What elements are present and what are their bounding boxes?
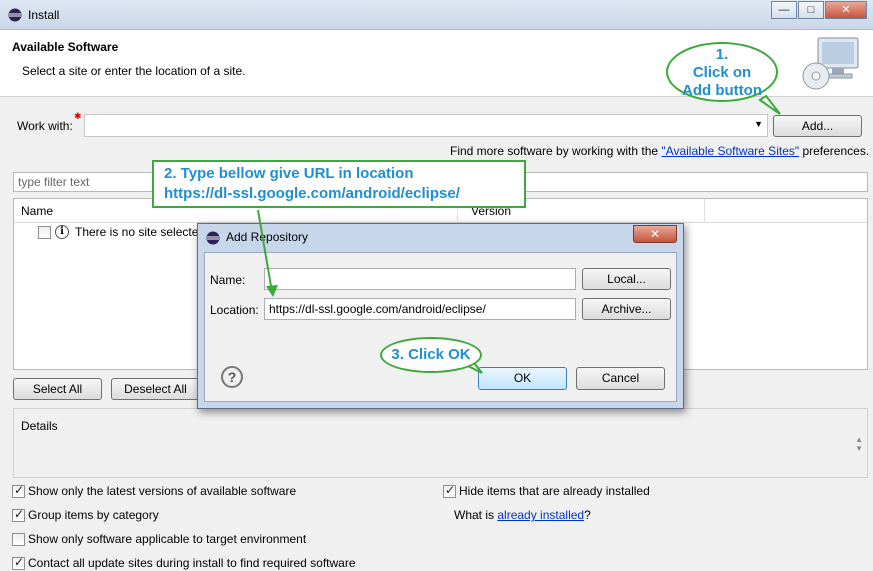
column-divider <box>704 199 705 223</box>
dialog-body: Name: Local... Location: https://dl-ssl.… <box>204 252 677 402</box>
row-checkbox[interactable] <box>38 225 51 239</box>
local-button[interactable]: Local... <box>582 268 671 290</box>
cancel-button[interactable]: Cancel <box>576 367 665 390</box>
latest-versions-label: Show only the latest versions of availab… <box>28 484 297 498</box>
location-input[interactable]: https://dl-ssl.google.com/android/eclips… <box>264 298 576 320</box>
title-bar: Install — □ ✕ <box>0 0 873 30</box>
page-title: Available Software <box>12 40 119 54</box>
option-applicable-only[interactable]: Show only software applicable to target … <box>12 532 306 546</box>
option-latest-versions[interactable]: Show only the latest versions of availab… <box>12 483 297 498</box>
work-with-combo[interactable]: ▼ <box>84 114 768 137</box>
ok-button[interactable]: OK <box>478 367 567 390</box>
name-label: Name: <box>210 273 246 287</box>
step2-line2: https://dl-ssl.google.com/android/eclips… <box>164 185 460 202</box>
install-cd-monitor-icon <box>802 37 859 90</box>
step1-line1: 1. <box>715 46 729 63</box>
maximize-button[interactable]: □ <box>798 1 824 19</box>
table-row[interactable]: i There is no site selected. <box>38 225 208 239</box>
window-title: Install <box>28 8 60 22</box>
callout-step-2: 2. Type bellow give URL in location http… <box>152 160 526 208</box>
eclipse-icon <box>8 8 22 22</box>
dialog-close-button[interactable]: ✕ <box>633 225 677 243</box>
row-text: There is no site selected. <box>75 225 209 239</box>
already-installed-link[interactable]: already installed <box>497 508 584 522</box>
latest-versions-checkbox[interactable] <box>12 483 25 498</box>
archive-button[interactable]: Archive... <box>582 298 671 320</box>
find-more-text: Find more software by working with the "… <box>450 144 869 158</box>
callout-step-3: 3. Click OK <box>380 337 482 373</box>
location-label: Location: <box>210 303 259 317</box>
applicable-only-label: Show only software applicable to target … <box>28 532 307 546</box>
option-contact-all[interactable]: Contact all update sites during install … <box>12 555 356 570</box>
what-is-prefix: What is <box>454 508 495 522</box>
what-is-suffix: ? <box>584 508 591 522</box>
find-more-suffix: preferences. <box>799 144 870 158</box>
select-all-button[interactable]: Select All <box>13 378 102 400</box>
eclipse-icon <box>206 231 220 245</box>
dialog-title: Add Repository <box>226 230 309 244</box>
find-more-prefix: Find more software by working with the <box>450 144 662 158</box>
minimize-button[interactable]: — <box>771 1 797 19</box>
required-marker-icon: ✱ <box>74 111 82 121</box>
hide-installed-checkbox[interactable] <box>443 483 456 498</box>
name-input[interactable] <box>264 268 576 290</box>
add-repository-dialog: Add Repository ✕ Name: Local... Location… <box>197 223 684 409</box>
option-group-by-category[interactable]: Group items by category <box>12 507 159 522</box>
close-button[interactable]: ✕ <box>825 1 867 19</box>
step1-line2: Click on <box>692 64 752 81</box>
applicable-only-checkbox[interactable] <box>12 532 25 546</box>
step2-line1: 2. Type bellow give URL in location <box>164 165 414 182</box>
details-scrollbar[interactable]: ▲ ▼ <box>855 435 863 453</box>
hide-installed-label: Hide items that are already installed <box>459 484 650 498</box>
group-by-category-checkbox[interactable] <box>12 507 25 522</box>
add-button[interactable]: Add... <box>773 115 862 137</box>
callout-step-1: 1. Click on Add button <box>666 42 778 102</box>
available-software-sites-link[interactable]: "Available Software Sites" <box>661 144 799 158</box>
step1-line3: Add button <box>682 82 762 99</box>
option-hide-installed[interactable]: Hide items that are already installed <box>443 483 650 498</box>
column-header-name[interactable]: Name <box>21 204 53 218</box>
contact-all-label: Contact all update sites during install … <box>28 556 356 570</box>
contact-all-checkbox[interactable] <box>12 555 25 570</box>
info-icon: i <box>55 225 69 239</box>
help-icon[interactable]: ? <box>221 366 243 388</box>
details-label: Details <box>21 419 58 433</box>
page-description: Select a site or enter the location of a… <box>22 64 246 78</box>
work-with-label: Work with: <box>17 119 73 133</box>
what-is-installed-text: What is already installed? <box>454 508 591 522</box>
chevron-down-icon[interactable]: ▼ <box>754 119 763 129</box>
group-by-category-label: Group items by category <box>28 508 159 522</box>
details-group: Details ▲ ▼ <box>13 408 868 478</box>
deselect-all-button[interactable]: Deselect All <box>111 378 200 400</box>
